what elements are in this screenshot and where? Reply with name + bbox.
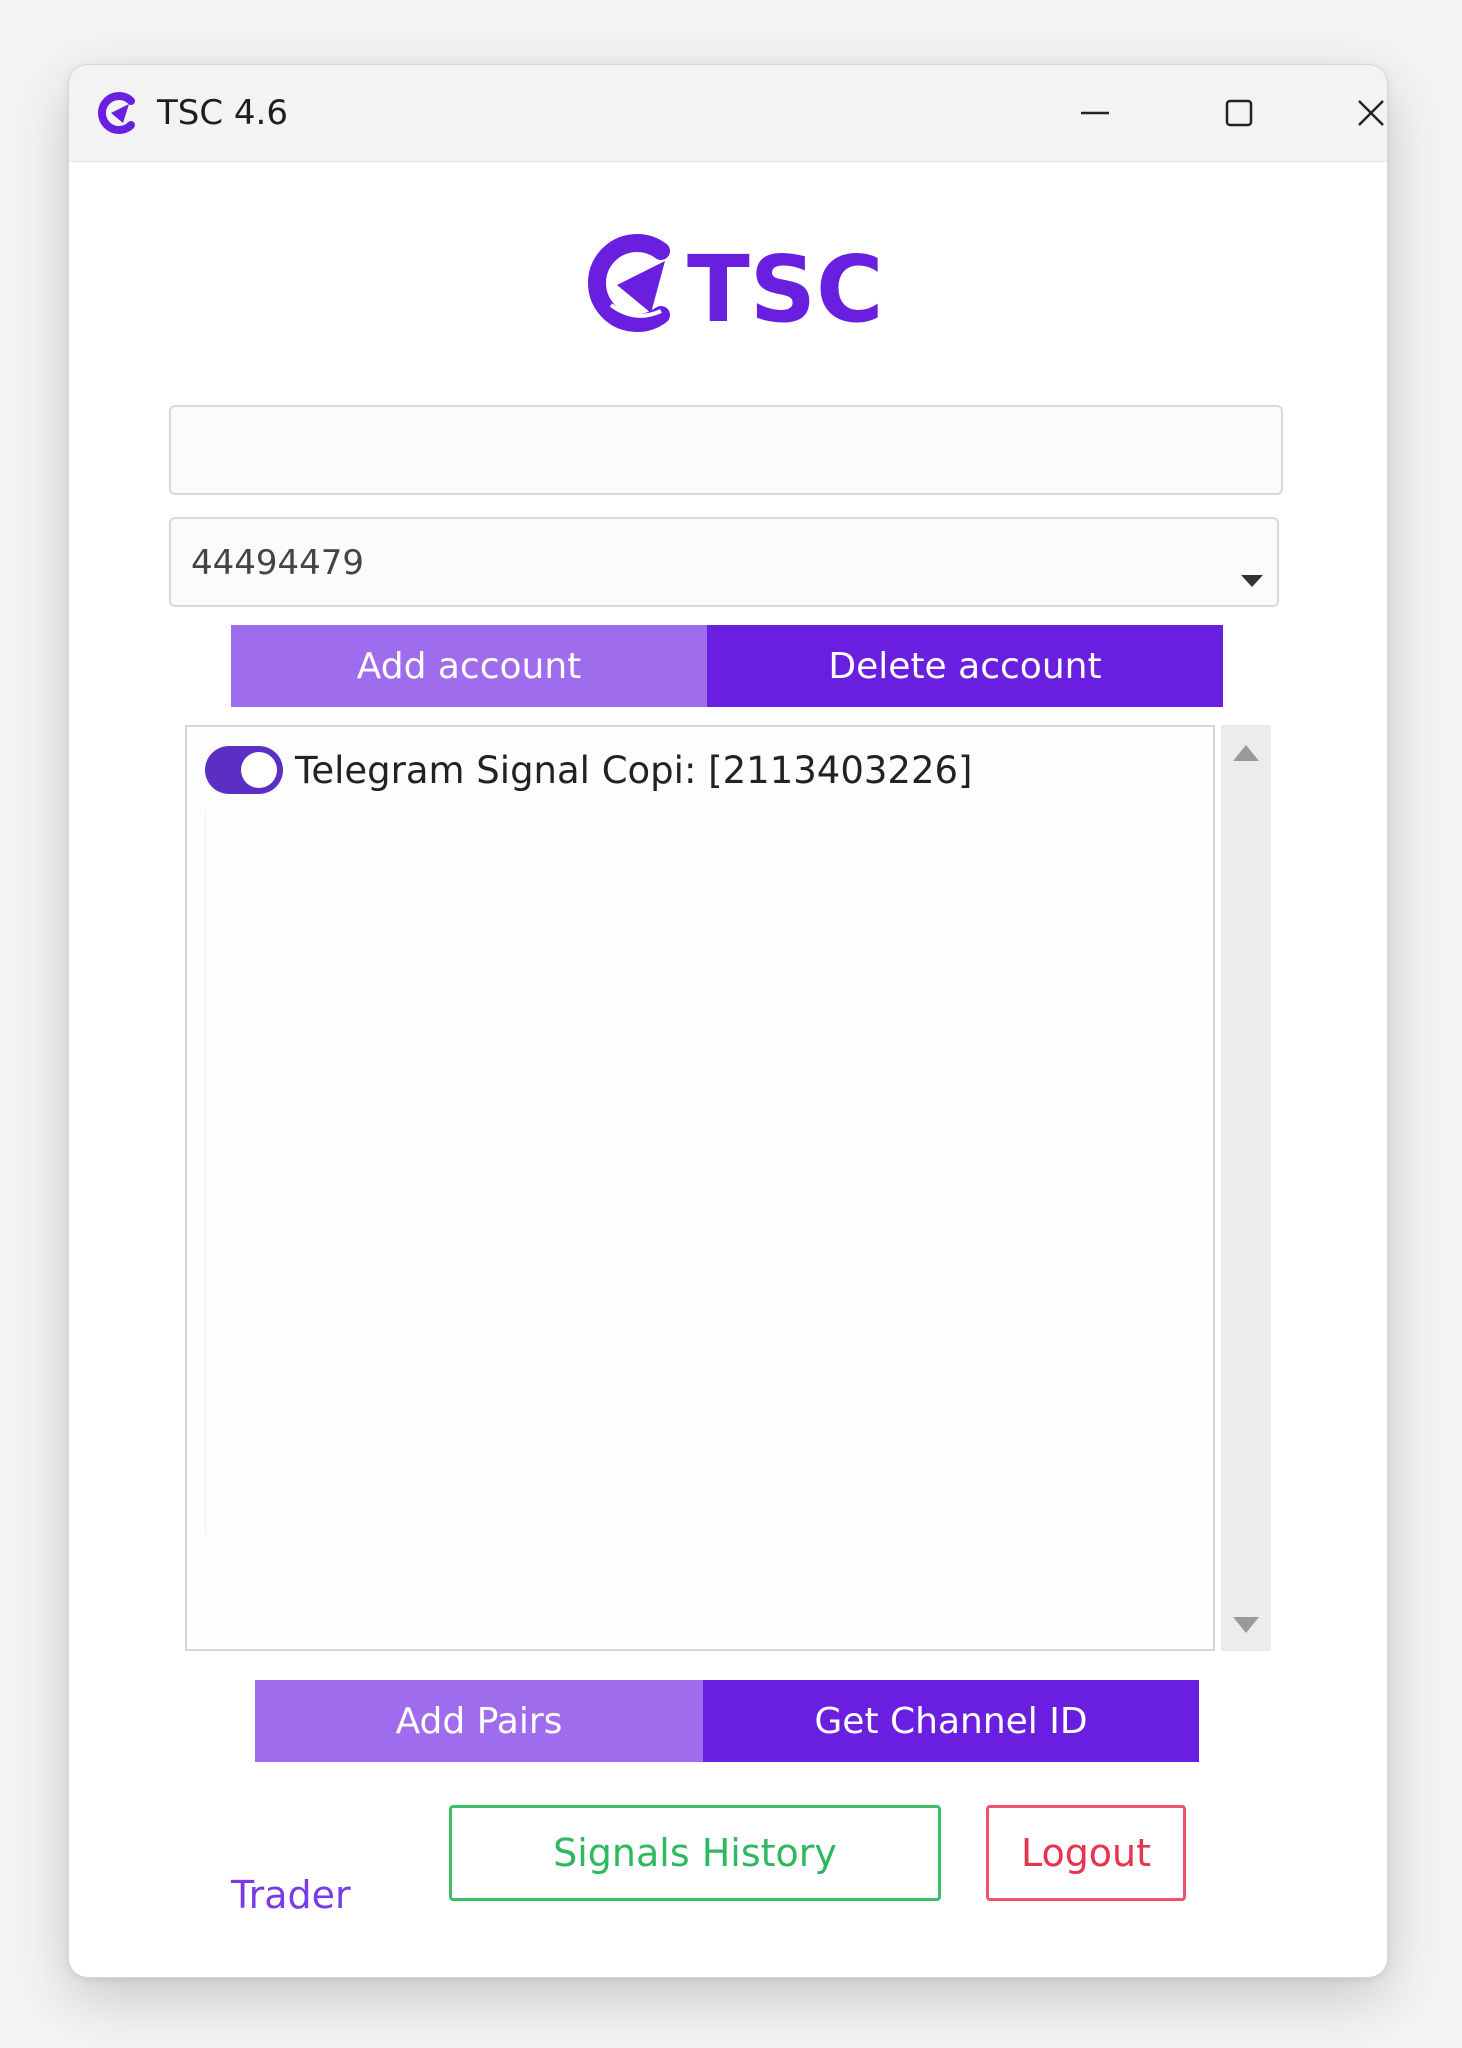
tsc-logo: TSC: [588, 234, 884, 339]
logout-button[interactable]: Logout: [986, 1805, 1186, 1901]
list-scrollbar[interactable]: [1221, 725, 1271, 1651]
app-window: TSC 4.6 TSC 44494479 Add account Delete …: [68, 64, 1388, 1978]
window-title: TSC 4.6: [157, 93, 288, 133]
pairs-button-row: Add Pairs Get Channel ID: [255, 1680, 1199, 1762]
channel-label: Telegram Signal Copi: [2113403226]: [295, 748, 973, 792]
signals-history-button[interactable]: Signals History: [449, 1805, 941, 1901]
minimize-button[interactable]: [1023, 65, 1167, 161]
add-account-button[interactable]: Add account: [231, 625, 707, 707]
maximize-icon: [1225, 99, 1253, 127]
app-logo-icon: [97, 92, 135, 134]
title-bar: TSC 4.6: [69, 65, 1387, 162]
channel-toggle[interactable]: [205, 746, 283, 794]
scroll-down-icon[interactable]: [1233, 1617, 1259, 1633]
svg-text:TSC: TSC: [687, 236, 884, 339]
delete-account-button[interactable]: Delete account: [707, 625, 1223, 707]
close-icon: [1358, 100, 1384, 126]
close-button[interactable]: [1311, 65, 1387, 161]
top-input-field[interactable]: [169, 405, 1283, 495]
maximize-button[interactable]: [1167, 65, 1311, 161]
minimize-icon: [1081, 111, 1109, 115]
account-select-value: 44494479: [191, 543, 365, 583]
toggle-knob: [241, 752, 277, 788]
trader-link[interactable]: Trader: [231, 1873, 351, 1917]
tree-guide-line: [205, 813, 206, 1533]
account-button-row: Add account Delete account: [231, 625, 1223, 707]
account-select[interactable]: 44494479: [169, 517, 1279, 607]
add-pairs-button[interactable]: Add Pairs: [255, 1680, 703, 1762]
chevron-down-icon: [1241, 575, 1263, 587]
list-item[interactable]: Telegram Signal Copi: [2113403226]: [205, 745, 972, 795]
scroll-up-icon[interactable]: [1233, 745, 1259, 761]
get-channel-id-button[interactable]: Get Channel ID: [703, 1680, 1199, 1762]
channel-list[interactable]: Telegram Signal Copi: [2113403226]: [185, 725, 1215, 1651]
